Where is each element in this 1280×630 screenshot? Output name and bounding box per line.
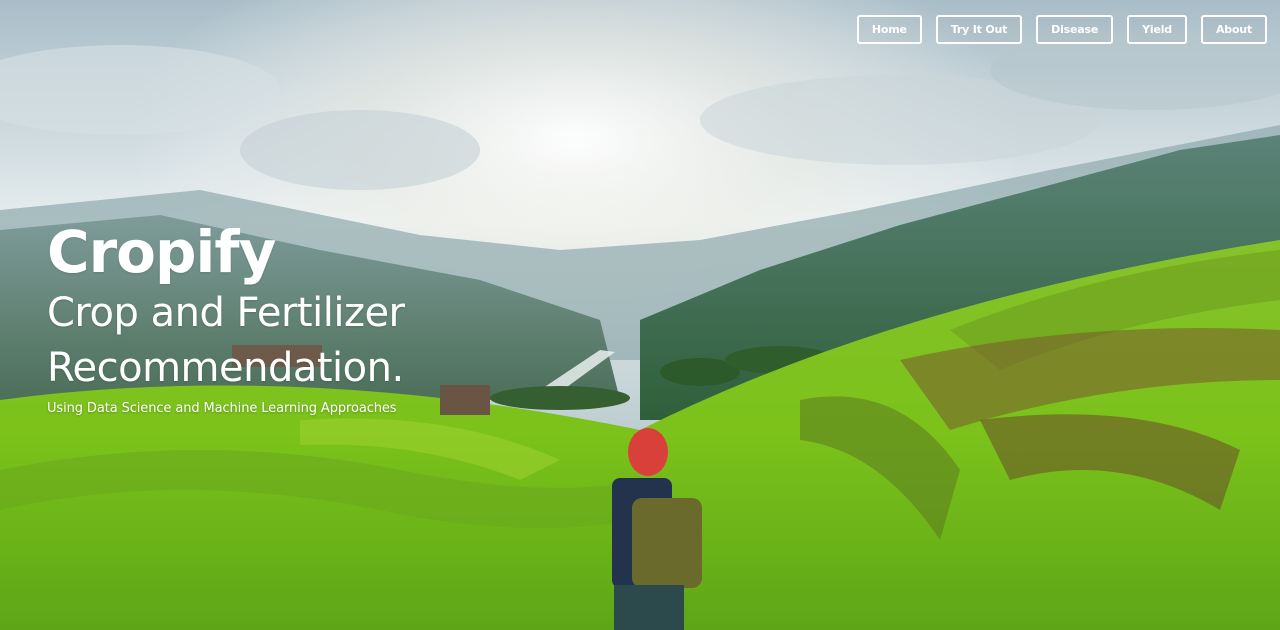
brand-title: Cropify xyxy=(47,218,276,286)
top-navigation: Home Try It Out Disease Yield About xyxy=(856,15,1267,44)
nav-try-it-out-button[interactable]: Try It Out xyxy=(935,15,1023,44)
nav-yield-button[interactable]: Yield xyxy=(1127,15,1187,44)
hero-subtitle-line1: Crop and Fertilizer xyxy=(47,290,405,336)
nav-about-button[interactable]: About xyxy=(1200,15,1267,44)
hero-text-block: Cropify Crop and Fertilizer Recommendati… xyxy=(47,218,405,418)
hero-subtitle-line2: Recommendation. xyxy=(47,345,404,391)
nav-disease-button[interactable]: Disease xyxy=(1036,15,1114,44)
hero-section: Home Try It Out Disease Yield About Crop… xyxy=(0,0,1280,630)
nav-home-button[interactable]: Home xyxy=(856,15,922,44)
hero-tagline: Using Data Science and Machine Learning … xyxy=(47,401,397,416)
